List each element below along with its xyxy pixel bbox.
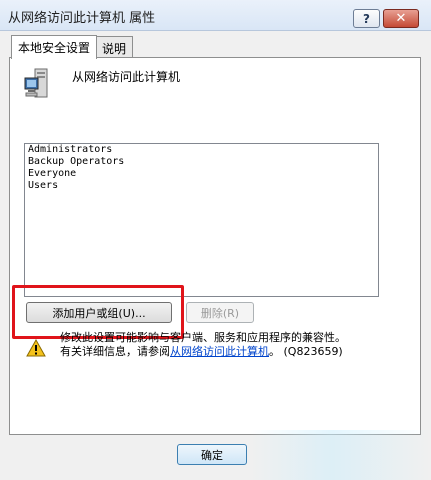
list-item[interactable]: Users [25,180,378,192]
help-icon: ? [363,11,370,26]
tab-explain[interactable]: 说明 [95,36,134,58]
list-item[interactable]: Administrators [25,144,378,156]
warning-details-suffix: 。 (Q823659) [269,345,343,358]
screen-glare [250,430,431,480]
ok-button[interactable]: 确定 [177,444,247,465]
window-title: 从网络访问此计算机 属性 [8,11,156,26]
close-button[interactable]: ✕ [383,9,419,28]
members-listbox[interactable]: Administrators Backup Operators Everyone… [24,143,379,297]
warning-details: 有关详细信息，请参阅从网络访问此计算机。 (Q823659) [60,343,343,359]
policy-help-link[interactable]: 从网络访问此计算机 [170,345,269,358]
close-icon: ✕ [395,11,407,26]
warning-details-prefix: 有关详细信息，请参阅 [60,345,170,358]
computer-icon [24,68,48,98]
warning-icon [26,339,46,357]
title-bar: 从网络访问此计算机 属性 ? ✕ [0,0,431,31]
properties-dialog: 从网络访问此计算机 属性 ? ✕ 本地安全设置 说明 从网络访问此计算机 Adm… [0,0,431,480]
tab-local-security-setting[interactable]: 本地安全设置 [11,35,98,59]
remove-button[interactable]: 删除(R) [186,302,254,323]
help-button[interactable]: ? [353,9,380,28]
list-item[interactable]: Backup Operators [25,156,378,168]
list-item[interactable]: Everyone [25,168,378,180]
policy-title: 从网络访问此计算机 [72,70,181,84]
